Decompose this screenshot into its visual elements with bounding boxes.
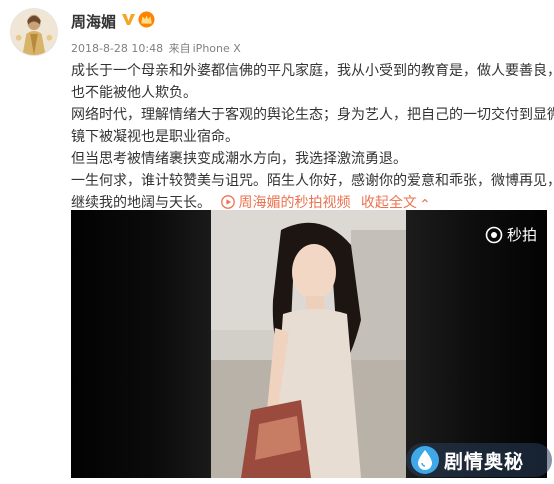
post-text-line: 继续我的地阔与天长。	[71, 195, 211, 211]
post-text-line: 一生何求，谁计较赞美与诅咒。陌生人你好，感谢你的爱意和乖张，微博再见，	[71, 173, 554, 189]
post-timestamp[interactable]: 2018-8-28 10:48	[71, 42, 163, 55]
video-frame	[211, 210, 406, 478]
watermark-text: 剧情奥秘	[444, 450, 525, 473]
verified-v-icon[interactable]	[121, 12, 136, 27]
username[interactable]: 周海媚	[71, 11, 116, 32]
play-circle-icon	[221, 195, 236, 209]
post-text-line: 网络时代，理解情绪大于客观的舆论生态；身为艺人，把自己的一切交付到显微	[71, 107, 554, 123]
collapse-text-button[interactable]: 收起全文 ⌄	[361, 195, 431, 211]
avatar[interactable]	[10, 8, 58, 56]
post-text-line: 成长于一个母亲和外婆都信佛的平凡家庭，我从小受到的教育是，做人要善良，	[71, 63, 554, 79]
post-text-line: 也不能被他人欺负。	[71, 85, 197, 101]
video-blur-left	[71, 210, 211, 478]
collapse-text-label: 收起全文	[360, 195, 417, 211]
post-text: 成长于一个母亲和外婆都信佛的平凡家庭，我从小受到的教育是，做人要善良， 也不能被…	[71, 60, 554, 214]
miaopai-brand: 秒拍	[485, 224, 537, 245]
video-link-label: 周海媚的秒拍视频	[238, 195, 351, 211]
vip-crown-icon[interactable]	[138, 11, 155, 28]
video-player[interactable]: 秒拍	[71, 210, 547, 478]
video-blur-right	[406, 210, 547, 478]
post-text-line: 但当思考被情绪裹挟变成潮水方向，我选择激流勇退。	[71, 151, 407, 167]
droplet-logo-icon	[411, 446, 439, 474]
post-meta: 2018-8-28 10:48 来自 iPhone X	[71, 40, 243, 56]
post-source-prefix: 来自	[168, 42, 191, 55]
miaopai-camera-icon	[485, 226, 503, 243]
video-link[interactable]: 周海媚的秒拍视频	[215, 195, 354, 211]
miaopai-label: 秒拍	[506, 226, 537, 244]
site-watermark: 剧情奥秘	[406, 443, 552, 477]
post-text-line: 镜下被凝视也是职业宿命。	[71, 129, 239, 145]
post-source-device[interactable]: iPhone X	[193, 42, 241, 55]
